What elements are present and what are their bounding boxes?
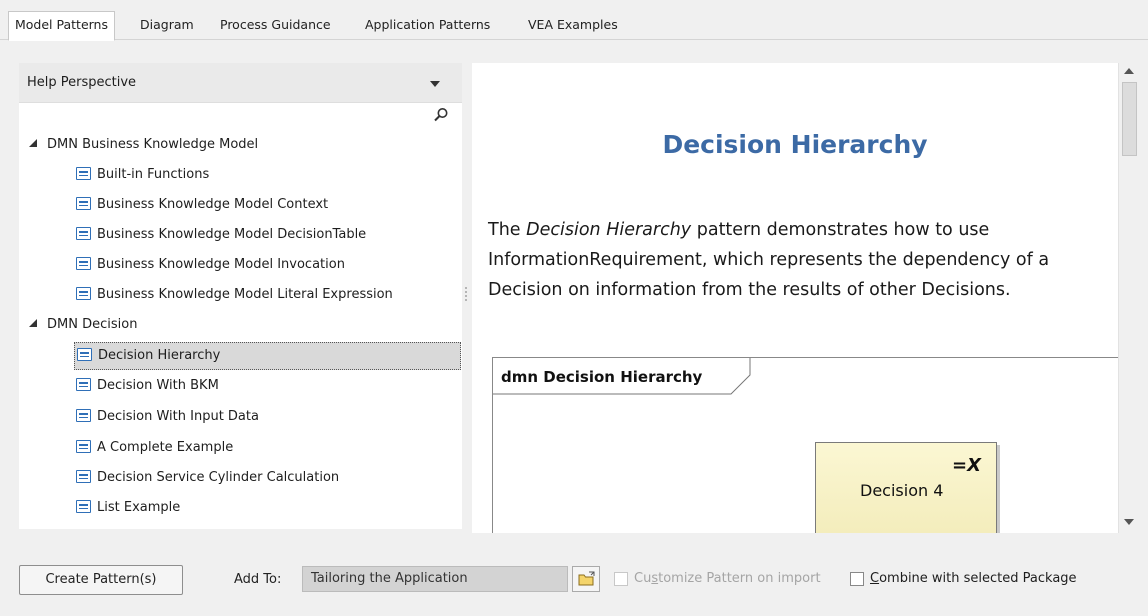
decision-mark-icon: =X [952,455,981,476]
tab-process-guidance[interactable]: Process Guidance [214,12,337,40]
tree-item-decision-hierarchy[interactable]: Decision Hierarchy [74,342,461,370]
pattern-icon [76,257,91,270]
add-to-label: Add To: [234,572,282,587]
tree-item-bkm-context[interactable]: Business Knowledge Model Context [74,192,332,220]
tab-vea-examples[interactable]: VEA Examples [522,12,624,40]
pattern-icon [76,500,91,513]
pattern-tree-panel: Help Perspective DMN Business Knowledge … [19,63,462,529]
search-icon[interactable] [433,107,449,123]
doc-text-prefix: The [488,220,527,240]
customize-pattern-checkbox[interactable] [614,572,628,586]
doc-text-italic: Decision Hierarchy [526,220,692,240]
chevron-down-icon[interactable] [430,81,440,87]
tree-item-label: Decision Service Cylinder Calculation [97,470,340,485]
bottom-bar: Create Pattern(s) Add To: Tailoring the … [0,555,1148,605]
pattern-icon [76,227,91,240]
vertical-scrollbar[interactable] [1118,63,1140,533]
tab-diagram[interactable]: Diagram [134,12,200,40]
tree-group-bkm[interactable]: DMN Business Knowledge Model [29,132,258,160]
pattern-description-panel: Decision Hierarchy The Decision Hierarch… [472,63,1118,533]
tree-item-label: Decision With Input Data [97,409,259,424]
diagram-preview: dmn Decision Hierarchy =X Decision 4 [492,357,1118,533]
tree-item-decision-with-bkm[interactable]: Decision With BKM [74,373,223,401]
tab-model-patterns[interactable]: Model Patterns [8,11,115,41]
add-to-field[interactable]: Tailoring the Application [302,566,568,592]
combine-package-label: Combine with selected Package [870,571,1077,586]
tree-item-label: Business Knowledge Model DecisionTable [97,227,367,242]
tree-item-label: Business Knowledge Model Context [97,197,329,212]
tree-item-list-example[interactable]: List Example [74,495,184,523]
diagram-frame-label: dmn Decision Hierarchy [501,368,703,386]
tree-item-label: Decision With BKM [97,378,219,393]
diagram-frame-tab: dmn Decision Hierarchy [493,358,751,395]
tree-item-bkm-invocation[interactable]: Business Knowledge Model Invocation [74,252,349,280]
pattern-icon [76,197,91,210]
pattern-icon [76,167,91,180]
tab-bar: Model Patterns Diagram Process Guidance … [0,8,1148,41]
customize-pattern-label: Customize Pattern on import [634,571,821,586]
scroll-down-arrow-icon[interactable] [1124,519,1134,525]
tree-group-label: DMN Business Knowledge Model [47,137,259,152]
tree-item-label: Decision Hierarchy [98,348,221,363]
scroll-thumb[interactable] [1122,82,1137,156]
tree-group-dmn-decision[interactable]: DMN Decision [29,312,137,340]
tree-item-decision-service-cylinder[interactable]: Decision Service Cylinder Calculation [74,465,343,493]
tree-item-label: A Complete Example [97,440,234,455]
tree-item-decision-with-input-data[interactable]: Decision With Input Data [74,404,263,432]
scroll-up-arrow-icon[interactable] [1124,68,1134,74]
tree-item-a-complete-example[interactable]: A Complete Example [74,435,237,463]
perspective-dropdown[interactable]: Help Perspective [19,63,462,103]
decision-label: Decision 4 [860,481,944,500]
perspective-label: Help Perspective [27,75,137,90]
tree-group-label: DMN Decision [47,317,138,332]
expand-arrow-icon[interactable] [29,138,37,147]
combine-package-checkbox[interactable] [850,572,864,586]
doc-title: Decision Hierarchy [662,130,928,159]
decision-element: =X Decision 4 [815,442,997,533]
tree-item-label: Business Knowledge Model Literal Express… [97,287,393,302]
tab-application-patterns[interactable]: Application Patterns [359,12,496,40]
tree-item-label: Built-in Functions [97,167,210,182]
tree-item-built-in-functions[interactable]: Built-in Functions [74,162,213,190]
tree-item-label: List Example [97,500,181,515]
panel-splitter[interactable] [465,285,468,305]
pattern-icon [76,470,91,483]
pattern-icon [76,440,91,453]
folder-icon [578,571,595,586]
doc-description: The Decision Hierarchy pattern demonstra… [488,215,1108,305]
browse-folder-button[interactable] [572,566,600,592]
pattern-icon [76,287,91,300]
tree-item-label: Business Knowledge Model Invocation [97,257,345,272]
expand-arrow-icon[interactable] [29,318,37,327]
pattern-icon [77,348,92,361]
tree-item-bkm-decisiontable[interactable]: Business Knowledge Model DecisionTable [74,222,370,250]
tree-item-bkm-literal-expression[interactable]: Business Knowledge Model Literal Express… [74,282,397,310]
pattern-icon [76,378,91,391]
create-patterns-button[interactable]: Create Pattern(s) [19,565,183,595]
pattern-icon [76,409,91,422]
